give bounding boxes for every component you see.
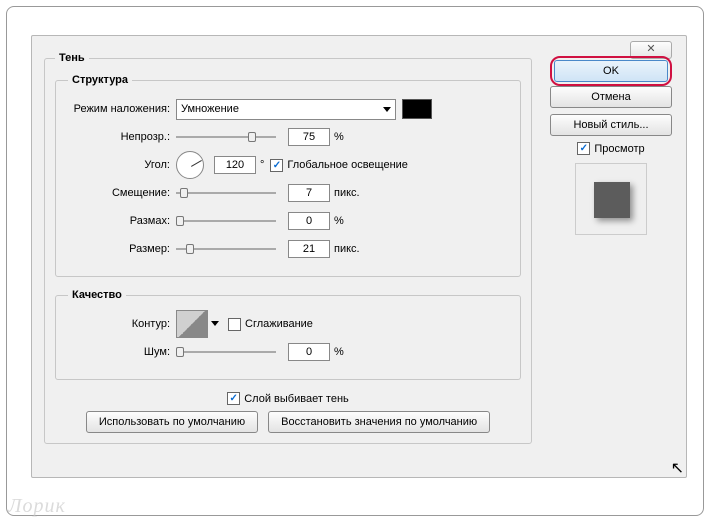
dialog-panel: ✕ Тень Структура Режим наложения: Умноже… [31,35,687,478]
spread-row: Размах: 0 % [68,208,508,234]
preview-shadow-icon [594,182,630,218]
distance-unit: пикс. [334,187,360,199]
shadow-legend: Тень [55,52,89,64]
angle-label: Угол: [68,159,176,171]
size-input[interactable]: 21 [288,240,330,258]
opacity-input[interactable]: 75 [288,128,330,146]
angle-dial[interactable] [176,151,204,179]
knockout-checkbox[interactable] [227,392,240,405]
opacity-slider[interactable] [176,130,276,144]
distance-slider[interactable] [176,186,276,200]
preview-label: Просмотр [594,143,644,155]
spread-slider[interactable] [176,214,276,228]
angle-unit: ° [260,159,264,171]
structure-fieldset: Структура Режим наложения: Умножение Неп… [55,74,521,277]
default-buttons-row: Использовать по умолчанию Восстановить з… [55,411,521,433]
new-style-button[interactable]: Новый стиль... [550,114,672,136]
main-area: Тень Структура Режим наложения: Умножени… [44,52,532,456]
distance-row: Смещение: 7 пикс. [68,180,508,206]
make-default-button[interactable]: Использовать по умолчанию [86,411,258,433]
chevron-down-icon [211,321,219,326]
chevron-down-icon [383,107,391,112]
reset-default-button[interactable]: Восстановить значения по умолчанию [268,411,490,433]
opacity-label: Непрозр.: [68,131,176,143]
blend-mode-label: Режим наложения: [68,103,176,115]
shadow-fieldset: Тень Структура Режим наложения: Умножени… [44,52,532,444]
spread-unit: % [334,215,344,227]
shadow-color-swatch[interactable] [402,99,432,119]
global-light-checkbox[interactable] [270,159,283,172]
watermark: Лорик [8,495,66,518]
blend-mode-value: Умножение [181,103,239,115]
size-row: Размер: 21 пикс. [68,236,508,262]
noise-label: Шум: [68,346,176,358]
ok-button[interactable]: OK [554,60,668,82]
quality-legend: Качество [68,289,126,301]
quality-fieldset: Качество Контур: Сглаживание Шум: 0 % [55,289,521,380]
preview-thumbnail [575,163,647,235]
size-label: Размер: [68,243,176,255]
angle-input[interactable]: 120 [214,156,256,174]
blend-mode-row: Режим наложения: Умножение [68,96,508,122]
distance-input[interactable]: 7 [288,184,330,202]
size-unit: пикс. [334,243,360,255]
contour-row: Контур: Сглаживание [68,311,508,337]
antialias-label: Сглаживание [245,318,313,330]
preview-checkbox[interactable] [577,142,590,155]
outer-frame: ✕ Тень Структура Режим наложения: Умноже… [6,6,704,516]
antialias-checkbox[interactable] [228,318,241,331]
contour-label: Контур: [68,318,176,330]
opacity-unit: % [334,131,344,143]
noise-row: Шум: 0 % [68,339,508,365]
global-light-label: Глобальное освещение [287,159,408,171]
spread-label: Размах: [68,215,176,227]
cancel-button[interactable]: Отмена [550,86,672,108]
structure-legend: Структура [68,74,132,86]
ok-button-highlight: OK [550,56,672,86]
noise-unit: % [334,346,344,358]
preview-row: Просмотр [550,142,672,155]
knockout-label: Слой выбивает тень [244,393,349,405]
angle-row: Угол: 120 ° Глобальное освещение [68,152,508,178]
size-slider[interactable] [176,242,276,256]
contour-picker[interactable] [176,310,208,338]
knockout-row: Слой выбивает тень [55,392,521,405]
spread-input[interactable]: 0 [288,212,330,230]
noise-input[interactable]: 0 [288,343,330,361]
distance-label: Смещение: [68,187,176,199]
noise-slider[interactable] [176,345,276,359]
blend-mode-select[interactable]: Умножение [176,99,396,120]
side-area: OK Отмена Новый стиль... Просмотр [550,56,672,235]
opacity-row: Непрозр.: 75 % [68,124,508,150]
cursor-icon: ↖ [671,458,684,478]
